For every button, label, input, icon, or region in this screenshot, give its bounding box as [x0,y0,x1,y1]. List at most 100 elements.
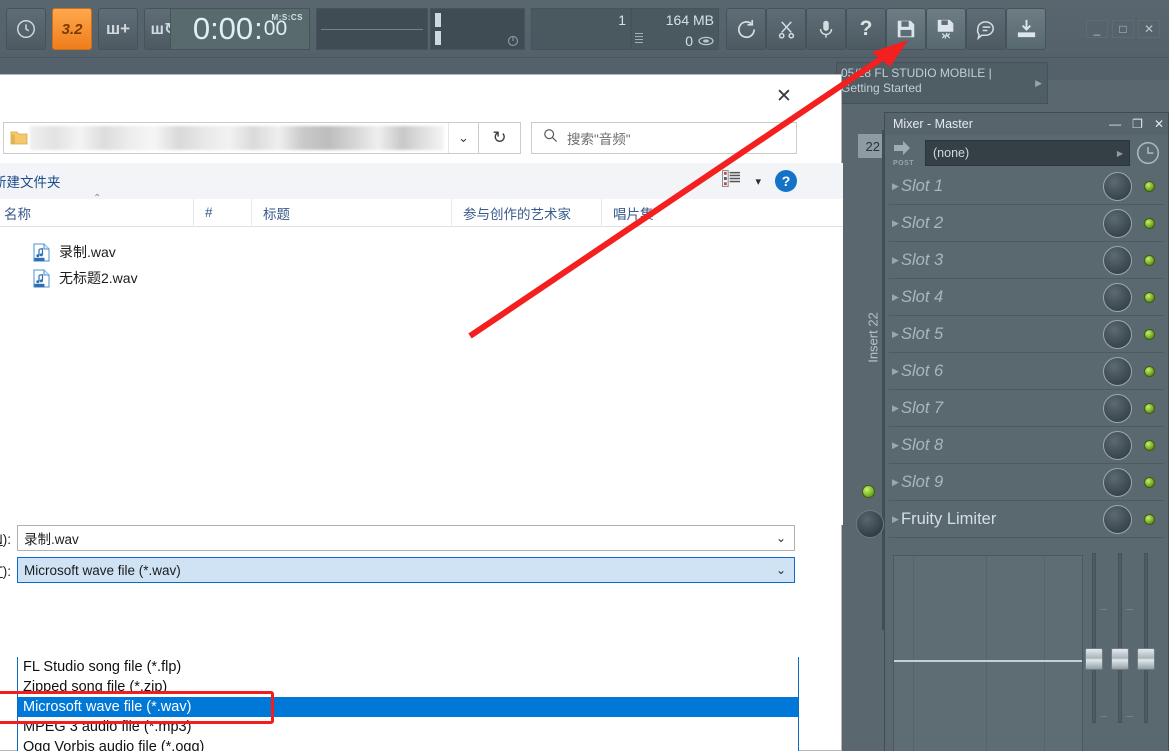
fader-handle-1[interactable] [1085,648,1103,670]
mixer-slot-8[interactable]: ▶ Slot 8 [889,427,1164,464]
maximize-button[interactable]: □ [1112,20,1134,38]
pattern-counter[interactable]: 1 [531,8,631,50]
slot-knob[interactable] [1103,505,1132,534]
save-icon[interactable] [886,8,926,50]
view-chevron-down-icon[interactable]: ▾ [755,175,761,188]
slot-expand-icon[interactable]: ▶ [892,329,899,340]
address-bar[interactable]: ⌄ [3,122,479,154]
refresh-button[interactable]: ↻ [479,122,521,154]
cut-icon[interactable] [766,8,806,50]
slot-expand-icon[interactable]: ▶ [892,218,899,229]
slot-expand-icon[interactable]: ▶ [892,366,899,377]
filetype-chevron-down-icon[interactable]: ⌄ [768,558,794,582]
comment-icon[interactable] [966,8,1006,50]
new-folder-button[interactable]: 新建文件夹 [0,171,61,191]
column-header-album[interactable]: 唱片集 [601,198,751,227]
save-as-icon[interactable] [926,8,966,50]
slot-led-icon[interactable] [1144,366,1155,377]
mixer-minimize-button[interactable]: — [1109,118,1121,130]
fader-track-1[interactable] [1092,553,1096,723]
export-icon[interactable] [1006,8,1046,50]
slot-led-icon[interactable] [1144,403,1155,414]
slot-led-icon[interactable] [1144,329,1155,340]
column-header-contributing-artists[interactable]: 参与创作的艺术家 [451,198,601,227]
file-row-1[interactable]: 录制.wav [33,241,116,263]
mixer-slot-4[interactable]: ▶ Slot 4 [889,279,1164,316]
column-header-name[interactable]: 名称 ⌃ [0,193,193,227]
dropdown-option-ogg[interactable]: Ogg Vorbis audio file (*.ogg) [18,737,798,751]
slot-expand-icon[interactable]: ▶ [892,292,899,303]
slot-knob[interactable] [1103,320,1132,349]
mixer-slot-5[interactable]: ▶ Slot 5 [889,316,1164,353]
slot-expand-icon[interactable]: ▶ [892,255,899,266]
slot-led-icon[interactable] [1144,292,1155,303]
hint-bar[interactable]: 05/28 FL STUDIO MOBILE | Getting Started… [836,62,1048,104]
slot-led-icon[interactable] [1144,514,1155,525]
dropdown-option-flp[interactable]: FL Studio song file (*.flp) [18,657,798,677]
close-button[interactable]: ✕ [1138,20,1160,38]
slot-led-icon[interactable] [1144,440,1155,451]
file-list[interactable]: 名称 ⌃ # 标题 参与创作的艺术家 唱片集 录制.wav 无标题2.wav [0,193,843,525]
fader-handle-3[interactable] [1137,648,1155,670]
mixer-close-button[interactable]: ✕ [1154,118,1164,130]
mixer-slot-3[interactable]: ▶ Slot 3 [889,242,1164,279]
fader-track-3[interactable] [1144,553,1148,723]
slot-knob[interactable] [1103,172,1132,201]
transport-time-display[interactable]: 0:00:00 M:S:CS [170,8,310,50]
dropdown-option-wav-selected[interactable]: Microsoft wave file (*.wav) [18,697,798,717]
mixer-send-select[interactable]: (none) ▶ [925,140,1130,166]
mixer-slot-7[interactable]: ▶ Slot 7 [889,390,1164,427]
filename-input[interactable]: 录制.wav ⌄ [17,525,795,551]
keyboard-add-icon[interactable]: ш+ [98,8,138,50]
filetype-combobox[interactable]: Microsoft wave file (*.wav) ⌄ [17,557,795,583]
slot-knob[interactable] [1103,431,1132,460]
dialog-close-icon[interactable]: ✕ [771,83,797,109]
mixer-slot-1[interactable]: ▶ Slot 1 [889,168,1164,205]
mixer-slot-fruity-limiter[interactable]: ▶ Fruity Limiter [889,501,1164,538]
slot-led-icon[interactable] [1144,218,1155,229]
slot-knob[interactable] [1103,468,1132,497]
mixer-eq-graph[interactable] [893,555,1083,751]
fader-handle-2[interactable] [1111,648,1129,670]
slot-led-icon[interactable] [1144,477,1155,488]
tempo-display[interactable]: 3.2 [52,8,92,50]
slot-knob[interactable] [1103,357,1132,386]
mixer-slot-6[interactable]: ▶ Slot 6 [889,353,1164,390]
minimize-button[interactable]: _ [1086,20,1108,38]
clock-icon[interactable] [6,8,46,50]
slot-expand-icon[interactable]: ▶ [892,181,899,192]
view-options-icon[interactable] [722,170,741,192]
file-row-2[interactable]: 无标题2.wav [33,267,138,289]
mixer-clock-icon[interactable] [1135,140,1161,166]
fader-track-2[interactable] [1118,553,1122,723]
mixer-slot-2[interactable]: ▶ Slot 2 [889,205,1164,242]
column-header-track-number[interactable]: # [193,198,251,227]
insert-pan-knob[interactable] [856,510,884,538]
help-icon[interactable]: ? [846,8,886,50]
filename-chevron-down-icon[interactable]: ⌄ [768,526,794,550]
memory-display[interactable]: 164 MB 0 [631,8,719,50]
slot-knob[interactable] [1103,209,1132,238]
dropdown-option-mp3[interactable]: MPEG 3 audio file (*.mp3) [18,717,798,737]
post-icon[interactable]: POST [892,140,920,167]
slot-expand-icon[interactable]: ▶ [892,477,899,488]
slot-expand-icon[interactable]: ▶ [892,514,899,525]
mixer-restore-button[interactable]: ❐ [1132,118,1143,130]
dropdown-option-zip[interactable]: Zipped song file (*.zip) [18,677,798,697]
slot-expand-icon[interactable]: ▶ [892,403,899,414]
slot-led-icon[interactable] [1144,181,1155,192]
undo-icon[interactable] [726,8,766,50]
slot-led-icon[interactable] [1144,255,1155,266]
slot-expand-icon[interactable]: ▶ [892,440,899,451]
dialog-help-button[interactable]: ? [775,170,797,192]
mixer-slot-9[interactable]: ▶ Slot 9 [889,464,1164,501]
insert-led-icon[interactable] [862,485,875,498]
slot-knob[interactable] [1103,246,1132,275]
filetype-dropdown-list[interactable]: FL Studio song file (*.flp) Zipped song … [17,657,799,751]
mixer-insert-strip[interactable]: Insert 22 [856,130,898,630]
slot-knob[interactable] [1103,283,1132,312]
slot-knob[interactable] [1103,394,1132,423]
search-input[interactable]: 搜索"音频" [531,122,797,154]
column-header-title[interactable]: 标题 [251,198,451,227]
address-chevron-down-icon[interactable]: ⌄ [448,123,478,153]
